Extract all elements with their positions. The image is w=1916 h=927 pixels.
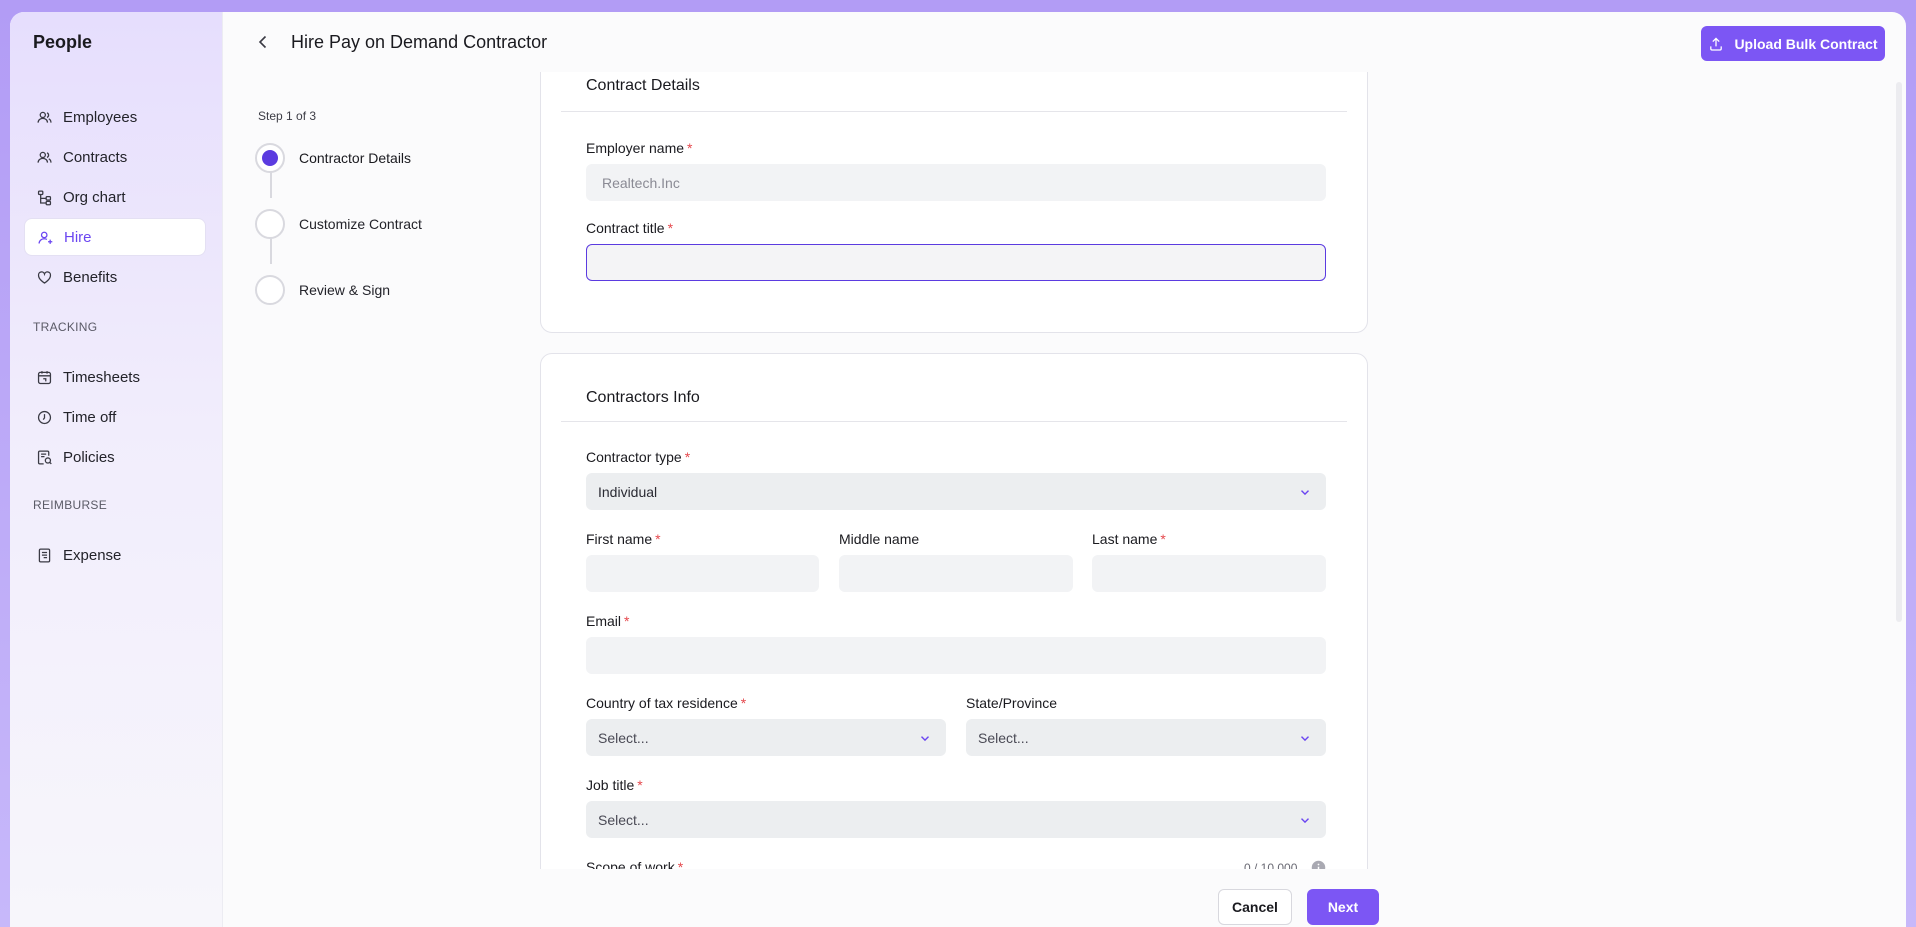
- chevron-down-icon: [1301, 735, 1309, 741]
- sidebar-item-label: Expense: [63, 546, 122, 564]
- divider: [561, 421, 1347, 422]
- policy-icon: [37, 449, 52, 465]
- sidebar-item-label: Policies: [63, 448, 115, 466]
- step-label: Review & Sign: [299, 282, 391, 298]
- calendar-icon: [37, 370, 52, 384]
- sidebar-item-hire[interactable]: Hire: [24, 218, 206, 256]
- step-customize-contract[interactable]: Customize Contract: [255, 209, 422, 239]
- users-icon: [37, 111, 52, 123]
- sidebar-item-label: Benefits: [63, 268, 118, 286]
- sidebar: People Employees Contracts Org chart Hir…: [10, 12, 223, 927]
- sidebar-item-label: Timesheets: [63, 368, 140, 386]
- upload-button-label: Upload Bulk Contract: [1734, 35, 1878, 52]
- sidebar-item-org-chart[interactable]: Org chart: [24, 178, 206, 216]
- card-title: Contract Details: [586, 77, 700, 94]
- character-counter: 0 / 10,000: [1244, 861, 1298, 869]
- contract-title-input[interactable]: [586, 244, 1326, 281]
- page-header: Hire Pay on Demand Contractor Upload Bul…: [223, 12, 1906, 72]
- step-label: Customize Contract: [299, 216, 422, 232]
- info-icon[interactable]: [1311, 860, 1326, 869]
- state-select[interactable]: Select...: [966, 719, 1326, 756]
- email-input[interactable]: [586, 637, 1326, 674]
- scrollbar[interactable]: [1896, 82, 1902, 622]
- next-button[interactable]: Next: [1307, 889, 1379, 925]
- app-window: People Employees Contracts Org chart Hir…: [10, 12, 1906, 927]
- upload-bulk-contract-button[interactable]: Upload Bulk Contract: [1701, 26, 1885, 61]
- sidebar-item-label: Time off: [63, 408, 117, 426]
- chevron-down-icon: [1301, 817, 1309, 823]
- upload-icon: [1710, 36, 1723, 51]
- sidebar-item-policies[interactable]: Policies: [24, 438, 206, 476]
- step-indicator: [255, 275, 285, 305]
- country-label: Country of tax residence *: [586, 695, 747, 711]
- contractors-info-card: Contractors Info Contractor type * Indivi…: [540, 353, 1368, 869]
- section-label-tracking: TRACKING: [33, 320, 98, 334]
- scope-of-work-label: Scope of work *: [586, 859, 684, 869]
- user-plus-icon: [38, 231, 53, 244]
- sidebar-item-label: Contracts: [63, 148, 128, 166]
- first-name-input[interactable]: [586, 555, 819, 592]
- sidebar-item-benefits[interactable]: Benefits: [24, 258, 206, 296]
- country-select[interactable]: Select...: [586, 719, 946, 756]
- card-title: Contractors Info: [586, 389, 700, 406]
- step-contractor-details[interactable]: Contractor Details: [255, 143, 411, 173]
- step-review-sign[interactable]: Review & Sign: [255, 275, 390, 305]
- sidebar-item-time-off[interactable]: Time off: [24, 398, 206, 436]
- chevron-down-icon: [921, 735, 929, 741]
- employer-name-label: Employer name *: [586, 140, 693, 156]
- org-chart-icon: [37, 189, 52, 205]
- users-icon: [37, 151, 52, 163]
- contract-details-card: Contract Details Employer name * Realtech…: [540, 72, 1368, 333]
- step-label: Contractor Details: [299, 150, 412, 166]
- sidebar-item-label: Org chart: [63, 188, 126, 206]
- cancel-button[interactable]: Cancel: [1218, 889, 1292, 925]
- chevron-left-icon[interactable]: [253, 32, 273, 52]
- first-name-label: First name *: [586, 531, 661, 547]
- step-indicator: [255, 209, 285, 239]
- middle-name-input[interactable]: [839, 555, 1073, 592]
- contractor-type-select[interactable]: Individual: [586, 473, 1326, 510]
- contractor-type-label: Contractor type *: [586, 449, 691, 465]
- section-label-reimburse: REIMBURSE: [33, 498, 108, 512]
- middle-name-label: Middle name: [839, 531, 920, 547]
- step-active-dot: [262, 150, 278, 166]
- page-title: Hire Pay on Demand Contractor: [291, 32, 548, 52]
- heart-icon: [37, 270, 52, 284]
- last-name-input[interactable]: [1092, 555, 1326, 592]
- step-indicator: [255, 143, 285, 173]
- employer-name-field: Realtech.Inc: [586, 164, 1326, 201]
- stepper: Step 1 of 3 Contractor Details Customize…: [223, 72, 520, 927]
- sidebar-item-timesheets[interactable]: Timesheets: [24, 358, 206, 396]
- state-label: State/Province: [966, 695, 1058, 711]
- job-title-select[interactable]: Select...: [586, 801, 1326, 838]
- form-footer: Cancel Next: [520, 869, 1379, 927]
- step-count: Step 1 of 3: [258, 109, 317, 123]
- sidebar-item-label: Hire: [64, 228, 92, 246]
- contract-title-label: Contract title *: [586, 220, 674, 236]
- brand-title: People: [33, 32, 93, 52]
- chevron-down-icon: [1301, 489, 1309, 495]
- job-title-label: Job title *: [586, 777, 643, 793]
- last-name-label: Last name *: [1092, 531, 1166, 547]
- email-label: Email *: [586, 613, 630, 629]
- form-area[interactable]: Contract Details Employer name * Realtech…: [520, 72, 1370, 869]
- receipt-icon: [38, 547, 51, 563]
- sidebar-item-expense[interactable]: Expense: [24, 536, 206, 574]
- sidebar-item-contracts[interactable]: Contracts: [24, 138, 206, 176]
- sidebar-item-employees[interactable]: Employees: [24, 98, 206, 136]
- clock-icon: [37, 410, 52, 424]
- divider: [561, 111, 1347, 112]
- sidebar-item-label: Employees: [63, 108, 138, 126]
